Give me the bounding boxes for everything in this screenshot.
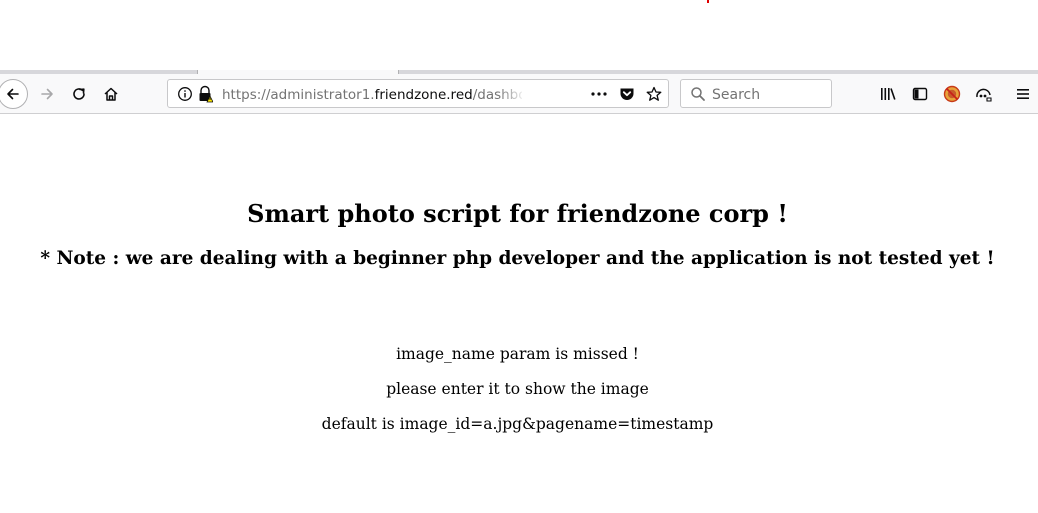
url-domain: friendzone.red [374,87,473,103]
extension-icon [976,88,992,102]
search-bar[interactable]: Search [680,79,832,108]
url-text[interactable]: https://administrator1.friendzone.red/da… [222,86,522,104]
url-bar[interactable]: https://administrator1.friendzone.red/da… [167,79,669,108]
search-icon [691,87,705,101]
forward-arrow-icon [41,88,53,100]
developer-note: * Note : we are dealing with a beginner … [40,248,995,269]
sidebar-button[interactable] [906,80,934,108]
reload-button[interactable] [65,80,93,108]
page-title: Smart photo script for friendzone corp ! [247,199,788,228]
search-placeholder: Search [712,87,761,103]
library-icon [881,88,896,100]
page-content: Smart photo script for friendzone corp !… [0,115,1038,513]
url-prefix: https://administrator1. [222,87,375,103]
window-top-area [0,0,1038,72]
message-enter-param: please enter it to show the image [386,380,649,398]
browser-toolbar: https://administrator1.friendzone.red/da… [0,74,1038,114]
pocket-icon[interactable] [619,86,635,102]
red-mark [707,0,709,3]
star-icon[interactable] [646,86,662,102]
sidebar-icon [912,87,928,101]
hamburger-menu-icon [1017,89,1029,99]
home-icon [104,87,118,101]
extension-button[interactable] [970,80,998,108]
message-missing-param: image_name param is missed ! [396,345,639,363]
addon-button[interactable] [938,80,966,108]
insecure-lock-icon[interactable] [197,85,213,103]
library-button[interactable] [874,80,902,108]
info-icon[interactable] [177,86,193,102]
forward-button[interactable] [33,80,61,108]
home-button[interactable] [97,80,125,108]
reload-icon [73,88,85,100]
menu-button[interactable] [1009,80,1037,108]
more-dots-icon[interactable] [590,86,608,102]
url-fade [498,83,526,105]
back-arrow-icon [7,88,19,100]
addon-icon [943,85,961,103]
back-button[interactable] [0,79,28,109]
message-default-param: default is image_id=a.jpg&pagename=times… [321,415,714,433]
